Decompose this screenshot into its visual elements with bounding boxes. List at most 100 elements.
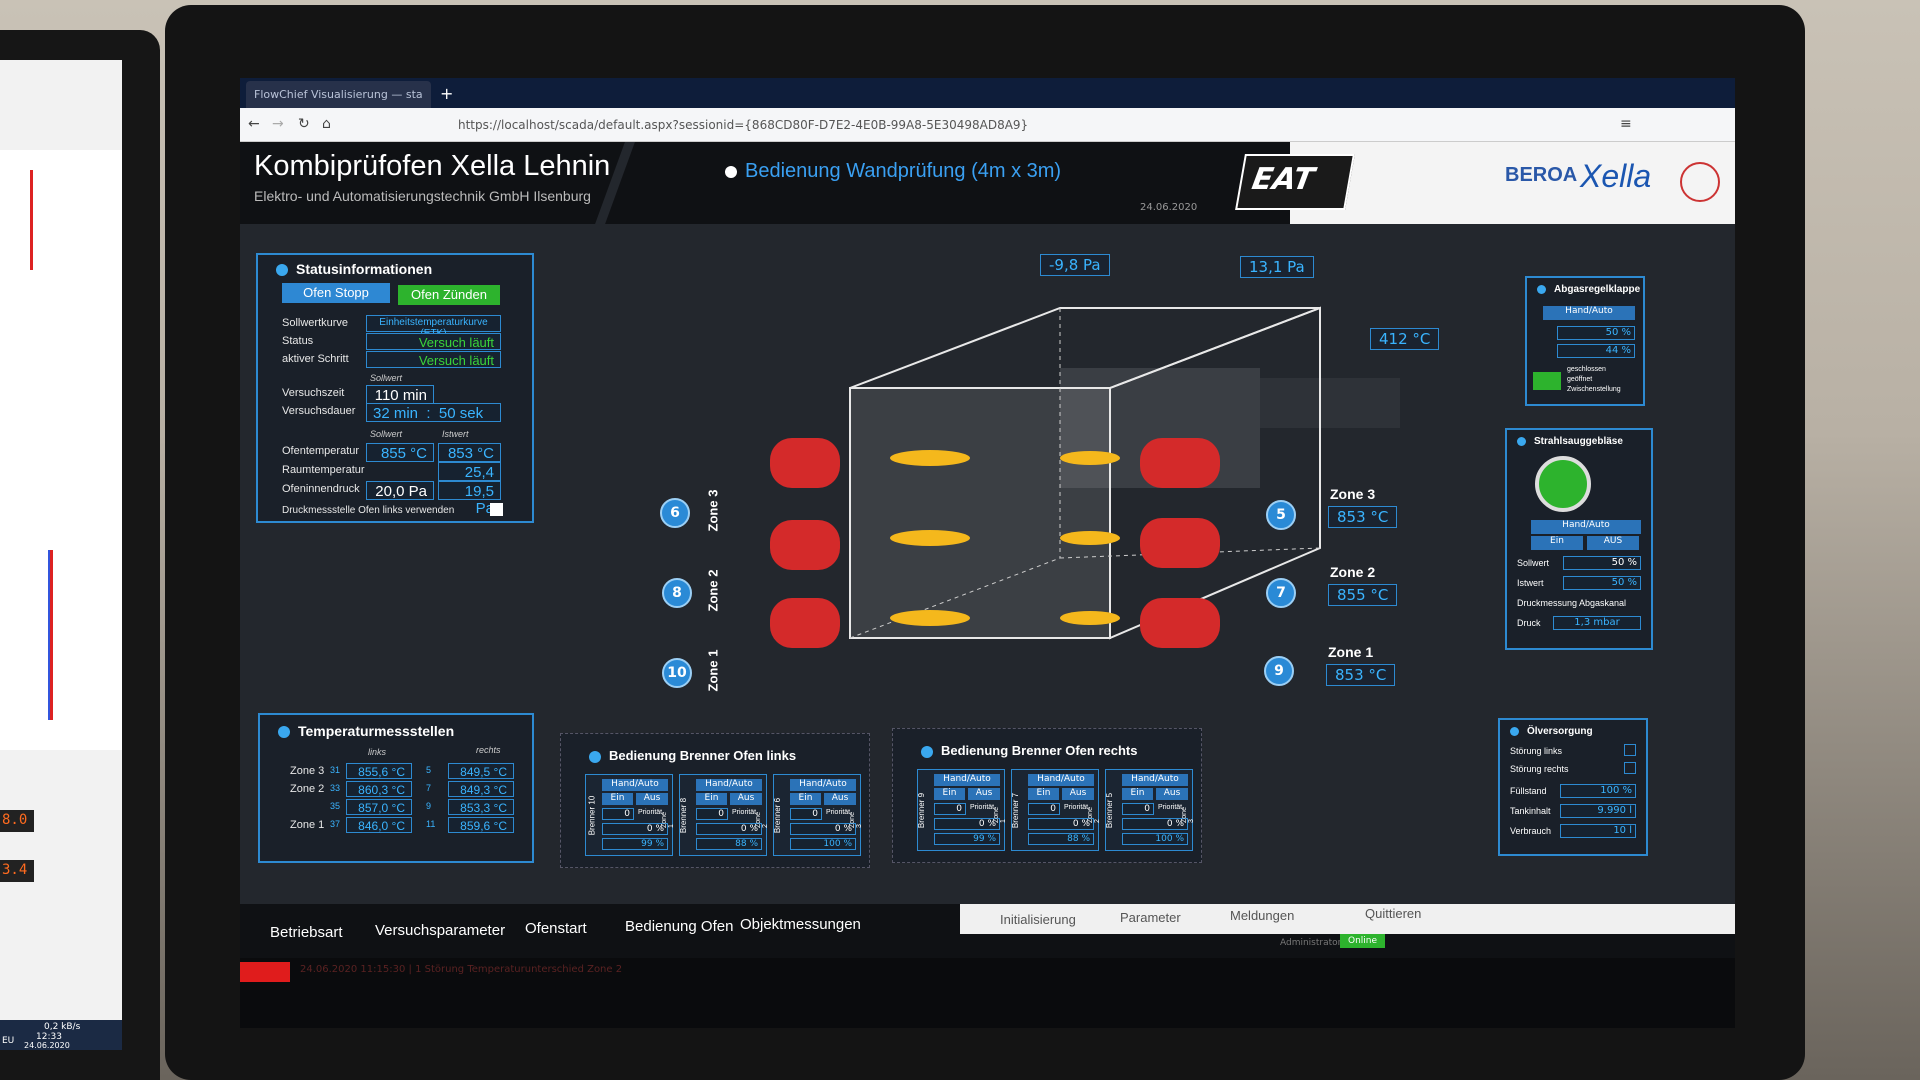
fan-icon	[1535, 456, 1591, 512]
damper-handauto-toggle[interactable]: Hand/Auto	[1543, 306, 1635, 320]
burner-setpoint[interactable]: 0 %	[790, 823, 856, 835]
burner-setpoint[interactable]: 0 %	[934, 818, 1000, 830]
burner-on-button[interactable]: Ein	[696, 793, 727, 805]
oil-dot-icon	[1510, 726, 1519, 736]
fan-handauto-toggle[interactable]: Hand/Auto	[1531, 520, 1641, 534]
room-temp-label: Raumtemperatur	[282, 464, 365, 476]
address-bar[interactable]: https://localhost/scada/default.aspx?ses…	[450, 114, 1300, 136]
nav-furnace-start[interactable]: Ofenstart	[525, 920, 587, 937]
burner-priority-label: Priorität	[970, 804, 995, 811]
test-time-value[interactable]: 110 min	[366, 385, 434, 404]
burner-priority-value[interactable]: 0	[934, 803, 966, 815]
new-tab-icon[interactable]: +	[440, 84, 453, 103]
zone-1-temp: 853 °C	[1326, 664, 1396, 686]
flame-8	[890, 530, 970, 546]
nav-operating-mode[interactable]: Betriebsart	[270, 924, 343, 941]
nav-furnace-control[interactable]: Bedienung Ofen	[625, 918, 733, 935]
home-icon[interactable]: ⌂	[322, 116, 331, 132]
tempmess-zone-label: Zone 3	[290, 765, 325, 777]
tempmess-right-value: 853,3 °C	[448, 799, 514, 815]
nav-test-parameters[interactable]: Versuchsparameter	[375, 922, 505, 939]
nav-messages[interactable]: Meldungen	[1230, 908, 1294, 923]
left-monitor-screen: 8.0 3.4 0,2 kB/s EU 12:33 24.06.2020	[0, 60, 122, 1050]
burner-handauto-toggle[interactable]: Hand/Auto	[1122, 774, 1188, 786]
burner-priority-value[interactable]: 0	[1028, 803, 1060, 815]
burner-setpoint[interactable]: 0 %	[1122, 818, 1188, 830]
burner-on-button[interactable]: Ein	[790, 793, 821, 805]
burner-off-button[interactable]: Aus	[730, 793, 762, 805]
sollwert-header: Sollwert	[370, 373, 403, 383]
fan-off-button[interactable]: AUS	[1587, 536, 1639, 550]
nav-initialization[interactable]: Initialisierung	[1000, 912, 1076, 927]
zone-2-title: Zone 2	[1330, 564, 1376, 580]
burner-badge-9[interactable]: 9	[1264, 656, 1294, 686]
menu-icon[interactable]: ≡	[1620, 116, 1632, 132]
burner-badge-10[interactable]: 10	[662, 658, 692, 688]
burner-left-title: Bedienung Brenner Ofen links	[589, 748, 796, 763]
pressure-point-checkbox[interactable]	[490, 503, 503, 516]
burner-handauto-toggle[interactable]: Hand/Auto	[696, 779, 762, 791]
damper-value-2: 44 %	[1557, 344, 1635, 358]
pressure-setpoint[interactable]: 20,0 Pa	[366, 481, 434, 500]
tempmess-left-value: 860,3 °C	[346, 781, 412, 797]
nav-object-measurements[interactable]: Objektmessungen	[740, 916, 861, 933]
burner-priority-value[interactable]: 0	[1122, 803, 1154, 815]
burner-handauto-toggle[interactable]: Hand/Auto	[1028, 774, 1094, 786]
burner-name: Brenner 6	[773, 797, 783, 834]
forward-icon[interactable]: →	[272, 116, 284, 132]
damper-legend-3: Zwischenstellung	[1567, 386, 1621, 393]
exhaust-damper-panel: Abgasregelklappe Hand/Auto 50 % 44 % ges…	[1525, 276, 1645, 406]
burner-on-button[interactable]: Ein	[1122, 788, 1153, 800]
burner-off-button[interactable]: Aus	[636, 793, 668, 805]
burner-badge-7[interactable]: 7	[1266, 578, 1296, 608]
burner-output: 99 %	[602, 838, 668, 850]
burner-priority-value[interactable]: 0	[602, 808, 634, 820]
tempmess-zone-label: Zone 1	[290, 819, 325, 831]
burner-badge-8[interactable]: 8	[662, 578, 692, 608]
burner-handauto-toggle[interactable]: Hand/Auto	[790, 779, 856, 791]
burner-priority-value[interactable]: 0	[790, 808, 822, 820]
oil-fault-left-label: Störung links	[1510, 746, 1563, 756]
burner-priority-label: Priorität	[638, 809, 663, 816]
burner-setpoint[interactable]: 0 %	[1028, 818, 1094, 830]
fan-on-button[interactable]: Ein	[1531, 536, 1583, 550]
status-title: Statusinformationen	[276, 261, 432, 277]
bottom-navigation: Betriebsart Versuchsparameter Ofenstart …	[240, 904, 1735, 960]
burner-off-button[interactable]: Aus	[968, 788, 1000, 800]
trend-line-red-2	[50, 550, 53, 720]
reload-icon[interactable]: ↻	[298, 116, 310, 132]
tempmess-title: Temperaturmessstellen	[278, 723, 454, 739]
burner-off-button[interactable]: Aus	[1156, 788, 1188, 800]
tempmess-right-num: 9	[426, 801, 432, 811]
page-title: Kombiprüfofen Xella Lehnin	[254, 150, 611, 182]
nav-acknowledge[interactable]: Quittieren	[1365, 906, 1421, 921]
flame-5	[1060, 451, 1120, 465]
burner-on-button[interactable]: Ein	[934, 788, 965, 800]
burner-setpoint[interactable]: 0 %	[696, 823, 762, 835]
furnace-ignite-button[interactable]: Ofen Zünden	[398, 285, 500, 305]
xella-logo: Xella	[1580, 158, 1652, 194]
burner-on-button[interactable]: Ein	[602, 793, 633, 805]
nav-parameters[interactable]: Parameter	[1120, 910, 1181, 925]
company-subtitle: Elektro- und Automatisierungstechnik Gmb…	[254, 188, 591, 204]
header-date: 24.06.2020	[1140, 202, 1198, 213]
burner-off-button[interactable]: Aus	[824, 793, 856, 805]
back-icon[interactable]: ←	[248, 116, 260, 132]
burner-output: 100 %	[790, 838, 856, 850]
fan-pressure: 1,3 mbar	[1553, 616, 1641, 630]
oil-supply-panel: Ölversorgung Störung links Störung recht…	[1498, 718, 1648, 856]
browser-tab[interactable]: FlowChief Visualisierung — sta	[246, 81, 431, 108]
fan-setpoint[interactable]: 50 %	[1563, 556, 1641, 570]
burner-handauto-toggle[interactable]: Hand/Auto	[934, 774, 1000, 786]
furnace-stop-button[interactable]: Ofen Stopp	[282, 283, 390, 303]
burner-off-button[interactable]: Aus	[1062, 788, 1094, 800]
status-dot-icon	[276, 264, 288, 277]
burner-badge-5[interactable]: 5	[1266, 500, 1296, 530]
burner-badge-6[interactable]: 6	[660, 498, 690, 528]
burner-setpoint[interactable]: 0 %	[602, 823, 668, 835]
burner-priority-value[interactable]: 0	[696, 808, 728, 820]
burner-on-button[interactable]: Ein	[1028, 788, 1059, 800]
burner-handauto-toggle[interactable]: Hand/Auto	[602, 779, 668, 791]
fan-actual: 50 %	[1563, 576, 1641, 590]
main-screen: FlowChief Visualisierung — sta + ← → ↻ ⌂…	[240, 78, 1735, 1028]
